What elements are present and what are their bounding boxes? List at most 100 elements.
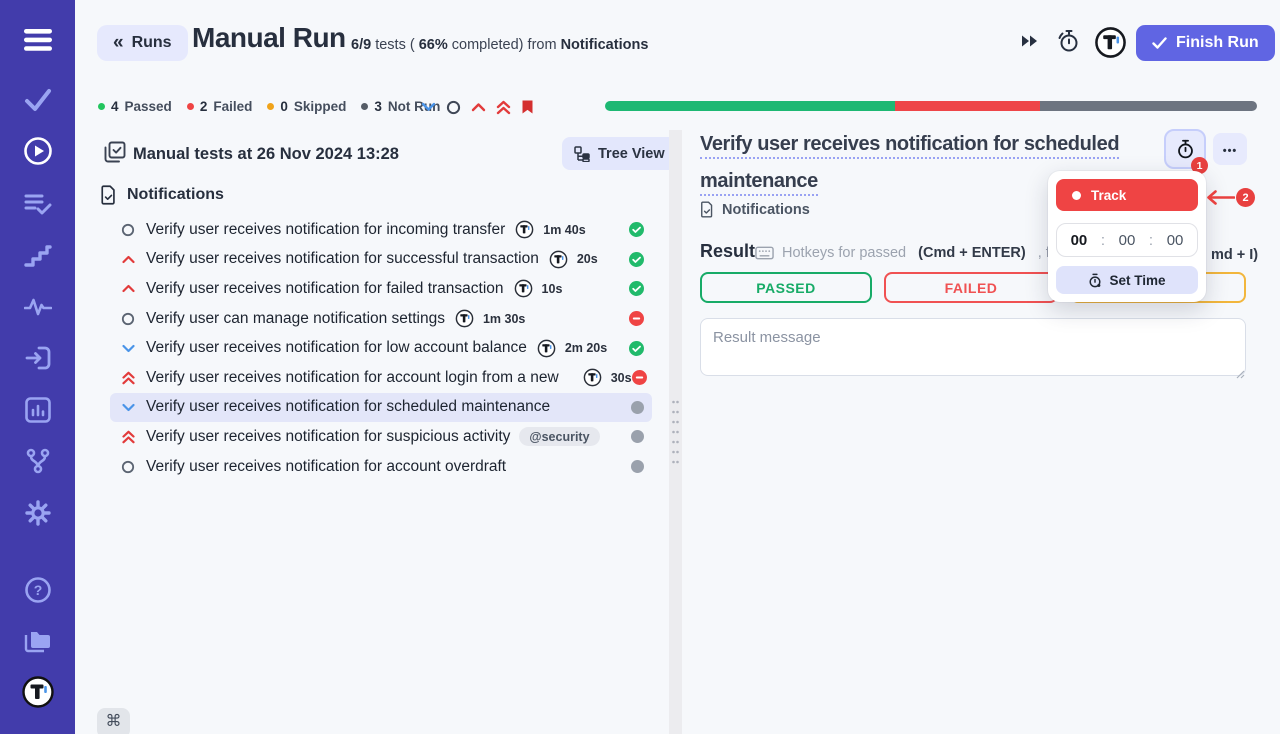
priority-normal-filter-icon[interactable] <box>446 100 461 115</box>
annotation-step-2: 2 <box>1203 188 1255 207</box>
priority-normal-icon <box>120 460 136 474</box>
play-circle-icon[interactable] <box>0 129 75 173</box>
priority-critical-icon <box>120 371 136 385</box>
brand-logo-icon[interactable] <box>1094 26 1127 64</box>
run-progress-bar <box>605 101 1257 111</box>
priority-critical-icon <box>120 430 136 444</box>
progress-notrun-segment <box>1040 101 1257 111</box>
folders-icon[interactable] <box>0 619 75 663</box>
status-legend: 4Passed 2Failed 0Skipped 3Not Run <box>98 99 440 114</box>
seconds-field[interactable]: 00 <box>1167 232 1184 249</box>
suite-header[interactable]: Notifications <box>100 185 224 205</box>
test-row[interactable]: Verify user can manage notification sett… <box>110 304 652 334</box>
test-logo-icon <box>583 368 602 387</box>
set-time-label: Set Time <box>1109 273 1165 288</box>
test-row[interactable]: Verify user receives notification for ac… <box>110 452 652 482</box>
priority-high-filter-icon[interactable] <box>471 102 486 112</box>
stopwatch-icon <box>1176 139 1195 159</box>
back-to-runs-button[interactable]: Runs <box>97 25 188 61</box>
source-suite: Notifications <box>561 37 649 53</box>
test-row[interactable]: Verify user receives notification for su… <box>110 422 652 452</box>
result-message-input[interactable] <box>700 318 1246 376</box>
steps-icon[interactable] <box>0 233 75 277</box>
file-check-icon <box>700 201 714 218</box>
keyboard-icon <box>755 246 774 260</box>
settings-gear-icon[interactable] <box>0 491 75 535</box>
drag-dots-icon <box>671 399 680 465</box>
priority-high-icon <box>120 284 136 293</box>
timer-icon[interactable] <box>1055 28 1081 59</box>
test-duration: 20s <box>577 252 598 266</box>
arrow-left-icon <box>1203 189 1235 206</box>
command-shortcut-button[interactable] <box>97 708 130 734</box>
test-logo-icon <box>455 309 474 328</box>
run-title: Manual tests at 26 Nov 2024 13:28 <box>133 145 399 164</box>
logo-icon[interactable] <box>0 670 75 714</box>
mark-failed-button[interactable]: FAILED <box>884 272 1058 303</box>
bar-chart-icon[interactable] <box>0 388 75 432</box>
test-row[interactable]: Verify user receives notification for lo… <box>110 333 652 363</box>
minutes-field[interactable]: 00 <box>1119 232 1136 249</box>
status-passed-icon <box>629 341 644 356</box>
priority-critical-filter-icon[interactable] <box>496 100 511 115</box>
fast-forward-icon[interactable] <box>1021 34 1039 53</box>
ellipsis-icon <box>1223 142 1238 157</box>
check-icon[interactable] <box>0 78 75 122</box>
help-icon[interactable]: ? <box>0 568 75 612</box>
test-logo-icon <box>515 220 534 239</box>
passed-dot-icon <box>98 103 105 110</box>
test-list: Verify user receives notification for in… <box>110 215 652 481</box>
mark-passed-button[interactable]: PASSED <box>700 272 872 303</box>
menu-icon[interactable] <box>0 18 75 62</box>
priority-filter-bar <box>421 96 534 118</box>
activity-icon[interactable] <box>0 285 75 329</box>
test-row[interactable]: Verify user receives notification for fa… <box>110 274 652 304</box>
test-row[interactable]: Verify user receives notification for ac… <box>110 363 652 393</box>
test-row-selected[interactable]: Verify user receives notification for sc… <box>110 393 652 423</box>
test-logo-icon <box>514 279 533 298</box>
set-time-button[interactable]: Set Time <box>1056 266 1198 294</box>
status-passed-icon <box>629 281 644 296</box>
branch-icon[interactable] <box>0 439 75 483</box>
test-tag: @security <box>519 427 599 446</box>
import-icon[interactable] <box>0 336 75 380</box>
test-row[interactable]: Verify user receives notification for in… <box>110 215 652 245</box>
time-tracking-popup: Track 00 : 00 : 00 Set Time <box>1048 171 1206 302</box>
failed-dot-icon <box>187 103 194 110</box>
check-icon <box>1152 37 1167 49</box>
test-logo-icon <box>549 250 568 269</box>
detail-breadcrumb[interactable]: Notifications <box>700 201 810 218</box>
test-logo-icon <box>537 339 556 358</box>
status-failed-icon <box>632 370 647 385</box>
status-passed-icon <box>629 252 644 267</box>
back-to-runs-label: Runs <box>132 34 172 52</box>
file-check-icon <box>100 185 117 205</box>
run-progress-subtitle: 6/9 tests ( 66% completed) from Notifica… <box>351 37 648 53</box>
hours-field[interactable]: 00 <box>1071 232 1088 249</box>
status-not-run-icon <box>631 460 644 473</box>
priority-low-filter-icon[interactable] <box>421 102 436 112</box>
priority-low-icon <box>120 403 136 412</box>
skipped-dot-icon <box>267 103 274 110</box>
time-input-group: 00 : 00 : 00 <box>1056 223 1198 257</box>
stopwatch-button[interactable]: 1 <box>1164 129 1206 169</box>
result-section-label: Result <box>700 241 755 262</box>
page-title: Manual Run <box>192 22 346 54</box>
status-passed-icon <box>629 222 644 237</box>
more-options-button[interactable] <box>1213 133 1247 165</box>
suite-name: Notifications <box>127 186 224 204</box>
hotkeys-hint-tail: md + I) <box>1211 247 1258 263</box>
list-check-icon[interactable] <box>0 182 75 226</box>
stopwatch-gear-icon <box>1088 273 1102 288</box>
bookmark-filter-icon[interactable] <box>521 99 534 115</box>
sidebar: ? <box>0 0 75 734</box>
tree-view-button[interactable]: Tree View <box>562 137 677 170</box>
tests-fraction: 6/9 <box>351 37 371 53</box>
svg-text:?: ? <box>33 582 42 598</box>
test-duration: 2m 20s <box>565 341 607 355</box>
test-row[interactable]: Verify user receives notification for su… <box>110 245 652 275</box>
legend-failed: 2Failed <box>187 99 253 114</box>
track-button[interactable]: Track <box>1056 179 1198 211</box>
finish-run-button[interactable]: Finish Run <box>1136 25 1275 61</box>
panel-resize-handle[interactable] <box>669 130 682 734</box>
